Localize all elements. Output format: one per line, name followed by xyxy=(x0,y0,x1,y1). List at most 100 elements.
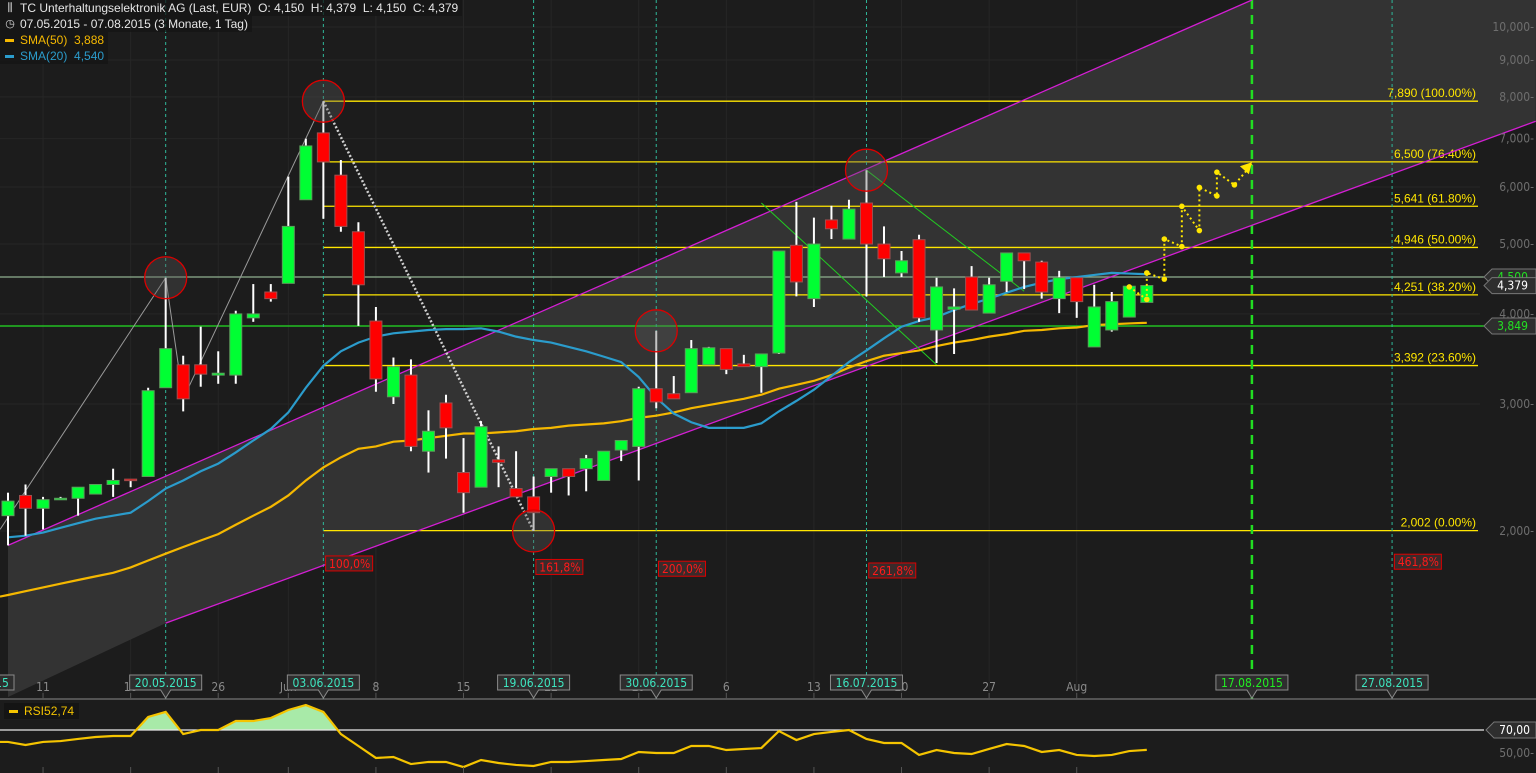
candle-up[interactable] xyxy=(106,468,120,497)
sma50-label: SMA(50) xyxy=(20,33,68,47)
candle-body xyxy=(36,499,50,509)
candle-up[interactable] xyxy=(1105,291,1119,332)
rsi-legend[interactable]: RSI 52,74 xyxy=(4,703,80,719)
candle-body xyxy=(176,364,190,400)
candle-body xyxy=(369,320,383,380)
projection-point xyxy=(1144,296,1150,303)
candle-down[interactable] xyxy=(562,468,576,496)
candle-up[interactable] xyxy=(89,483,103,495)
candle-up[interactable] xyxy=(36,496,50,530)
candle-up[interactable] xyxy=(281,176,295,284)
candle-body xyxy=(492,459,506,463)
fib-level-label: 7,890 (100.00%) xyxy=(1387,86,1476,100)
candle-up[interactable] xyxy=(632,386,646,481)
ohlc-values: O: 4,150 H: 4,379 L: 4,150 C: 4,379 xyxy=(258,1,459,15)
candle-up[interactable] xyxy=(474,421,488,488)
candle-up[interactable] xyxy=(772,250,786,354)
candle-body xyxy=(19,494,33,509)
date-marker-label[interactable]: 19.06.2015 xyxy=(497,674,571,699)
candle-down[interactable] xyxy=(351,222,365,326)
candle-up[interactable] xyxy=(1087,284,1101,348)
candle-up[interactable] xyxy=(141,387,155,477)
fib-level-label: 3,392 (23.60%) xyxy=(1394,351,1476,365)
candle-up[interactable] xyxy=(579,454,593,492)
candle-body xyxy=(1070,277,1084,303)
pivot-circle xyxy=(301,79,346,123)
candle-down[interactable] xyxy=(124,478,138,488)
price-chart[interactable]: 7,890 (100.00%)6,500 (76.40%)5,641 (61.8… xyxy=(0,0,1536,773)
projection-point xyxy=(1161,276,1168,282)
candle-body xyxy=(474,426,488,488)
date-marker-text: 07.05.2015 xyxy=(0,676,9,690)
candle-body xyxy=(719,348,733,370)
candle-down[interactable] xyxy=(19,484,33,536)
candle-body xyxy=(1087,306,1101,348)
date-marker-label[interactable]: 30.06.2015 xyxy=(619,674,693,699)
legend-range-row: ◷ 07.05.2015 - 07.08.2015 (3 Monate, 1 T… xyxy=(0,16,252,32)
date-marker-text: 27.08.2015 xyxy=(1361,676,1423,690)
candle-body xyxy=(824,219,838,230)
candle-up[interactable] xyxy=(54,496,68,501)
candle-down[interactable] xyxy=(176,355,190,412)
candle-body xyxy=(807,243,821,300)
y-axis-label: 6,000- xyxy=(1499,180,1534,194)
date-range: 07.05.2015 - 07.08.2015 (3 Monate, 1 Tag… xyxy=(20,17,248,31)
candle-body xyxy=(246,313,260,319)
candle-body xyxy=(667,393,681,400)
candle-body xyxy=(982,284,996,314)
rsi-value: 52,74 xyxy=(44,704,75,718)
date-marker-text: 17.08.2015 xyxy=(1221,676,1283,690)
candle-body xyxy=(1,500,15,517)
candle-up[interactable] xyxy=(386,357,400,404)
x-axis-label: 27 xyxy=(982,680,996,694)
y-axis-label: 10,000- xyxy=(1492,20,1534,34)
candle-body xyxy=(316,132,330,163)
date-marker-label[interactable]: 16.07.2015 xyxy=(829,674,903,699)
fib-level-label: 2,002 (0.00%) xyxy=(1401,516,1476,530)
candle-up[interactable] xyxy=(71,486,85,516)
projection-point xyxy=(1179,203,1185,210)
candle-up[interactable] xyxy=(299,138,313,201)
candle-down[interactable] xyxy=(334,159,348,232)
candle-up[interactable] xyxy=(211,351,225,384)
horizontal-line-price-tag[interactable]: 3,849 xyxy=(1483,317,1536,335)
date-marker-label[interactable]: 03.06.2015 xyxy=(286,674,360,699)
x-axis-label: 26 xyxy=(211,680,225,694)
candle-body xyxy=(789,244,803,283)
y-axis-label: 3,000- xyxy=(1499,397,1534,411)
legend-sma20[interactable]: SMA(20) 4,540 xyxy=(0,48,109,64)
rsi-70-tag[interactable]: 70,00 xyxy=(1485,721,1536,739)
projection-point xyxy=(1196,184,1203,191)
date-marker-text: 16.07.2015 xyxy=(836,676,898,690)
candle-up[interactable] xyxy=(246,284,260,322)
candle-body xyxy=(211,372,225,376)
candle-down[interactable] xyxy=(1070,277,1084,318)
candle-body xyxy=(89,483,103,495)
candle-up[interactable] xyxy=(229,310,243,384)
candle-down[interactable] xyxy=(369,306,383,392)
legend-sma50[interactable]: SMA(50) 3,888 xyxy=(0,32,109,48)
date-marker-label[interactable]: 27.08.2015 xyxy=(1355,674,1429,699)
last-price-tag[interactable]: 4,379 xyxy=(1483,277,1536,295)
candle-up[interactable] xyxy=(930,277,944,363)
candle-body xyxy=(842,208,856,240)
date-marker-label[interactable]: 20.05.2015 xyxy=(129,674,203,699)
fib-extension-label: 461,8% xyxy=(1398,555,1439,569)
legend-title-row: ⫼ TC Unterhaltungselektronik AG (Last, E… xyxy=(0,0,463,16)
candle-down[interactable] xyxy=(264,284,278,302)
candle-up[interactable] xyxy=(702,346,716,366)
candle-body xyxy=(457,472,471,494)
clock-icon: ◷ xyxy=(5,18,15,30)
date-marker-text: 20.05.2015 xyxy=(135,676,197,690)
candle-up[interactable] xyxy=(597,450,611,481)
projection-point xyxy=(1144,270,1150,276)
sma50-value: 3,888 xyxy=(74,33,105,47)
date-marker-text: 03.06.2015 xyxy=(292,676,354,690)
fib-level-label: 4,946 (50.00%) xyxy=(1394,232,1476,246)
candle-body xyxy=(859,202,873,245)
candle-down[interactable] xyxy=(194,326,208,387)
date-marker-label[interactable]: 17.08.2015 xyxy=(1215,674,1289,699)
candle-down[interactable] xyxy=(912,234,926,322)
pivot-circle xyxy=(144,256,188,300)
candle-body xyxy=(1035,261,1049,293)
